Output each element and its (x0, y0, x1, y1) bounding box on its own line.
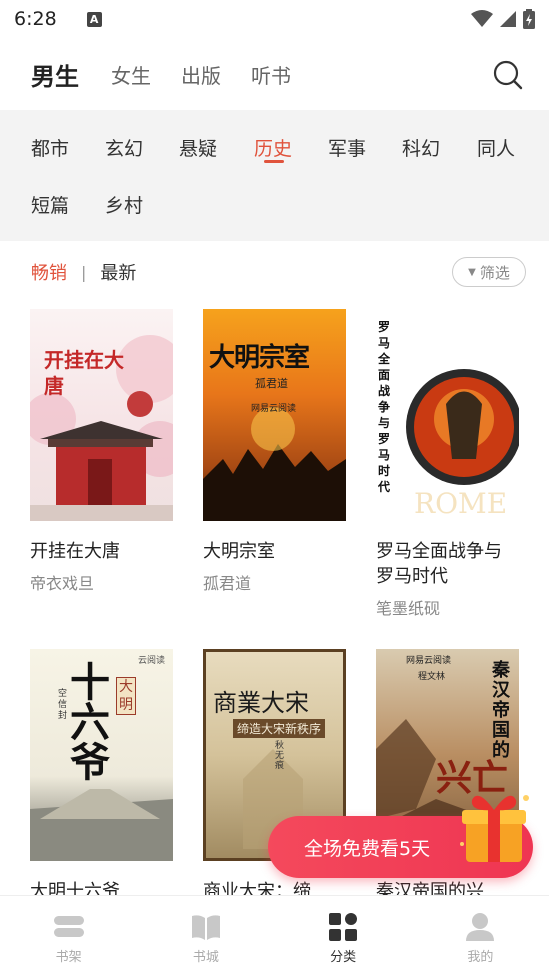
tab-publish[interactable]: 出版 (181, 60, 221, 89)
nav-profile[interactable]: 我的 (412, 896, 549, 977)
category-icon (329, 913, 358, 941)
cover-publisher: 网易云阅读 (406, 656, 452, 666)
nav-label: 书架 (55, 950, 82, 965)
category-military[interactable]: 军事 (328, 134, 366, 161)
nav-label: 书城 (192, 950, 219, 965)
bottom-nav: 书架 书城 分类 我的 (0, 895, 549, 977)
nav-label: 我的 (467, 950, 494, 965)
promo-text: 全场免费看5天 (304, 838, 431, 860)
category-rural[interactable]: 乡村 (105, 191, 143, 218)
status-time: 6:28 (14, 8, 57, 30)
cover-title: 罗马全面战争与罗马时代 (378, 320, 391, 494)
cover-subtitle: 大明 (116, 677, 136, 715)
tab-male[interactable]: 男生 (31, 57, 79, 92)
nav-label: 分类 (330, 950, 357, 965)
sort-newest[interactable]: 最新 (100, 259, 136, 285)
status-bar: 6:28 A (0, 0, 549, 38)
category-fanfic[interactable]: 同人 (477, 134, 515, 161)
book-title: 罗马全面战争与罗马时代 (376, 541, 502, 587)
category-fantasy[interactable]: 玄幻 (105, 134, 143, 161)
cover-title: 大明宗室 (209, 343, 310, 373)
book-card[interactable]: 大明宗室 孤君道 网易云阅读 大明宗室 孤君道 (203, 309, 346, 594)
nav-category[interactable]: 分类 (275, 896, 412, 977)
book-cover: 云阅读 十六爷 大明 空信封 (30, 649, 173, 861)
category-scifi[interactable]: 科幻 (402, 134, 440, 161)
nav-bookshelf[interactable]: 书架 (0, 896, 137, 977)
filter-label: 筛选 (479, 263, 510, 282)
category-active-indicator (264, 160, 284, 163)
book-title: 大明宗室 (203, 541, 275, 562)
book-title: 开挂在大唐 (30, 541, 120, 562)
cover-title: 十六爷 (70, 660, 110, 786)
category-panel (0, 110, 549, 241)
gender-tabs: 男生 女生 出版 听书 (0, 38, 549, 110)
category-mystery[interactable]: 悬疑 (179, 134, 217, 161)
category-short[interactable]: 短篇 (31, 191, 69, 218)
cover-author: 孤君道 (255, 377, 288, 390)
cover-subtitle: 缔造大宋新秩序 (233, 719, 326, 738)
cover-title: 商業大宋 (213, 689, 309, 717)
category-urban[interactable]: 都市 (31, 134, 69, 161)
book-card[interactable]: 云阅读 十六爷 大明 空信封 大明十六爷 (30, 649, 173, 904)
cover-publisher: 网易云阅读 (251, 404, 297, 414)
nav-bookstore[interactable]: 书城 (137, 896, 274, 977)
gift-icon (460, 795, 529, 862)
filter-button[interactable]: ▼ 筛选 (452, 257, 526, 287)
profile-icon (466, 913, 495, 941)
sort-row: 畅销 | 最新 (31, 258, 136, 286)
book-author: 孤君道 (203, 574, 252, 593)
cover-publisher: 云阅读 (138, 656, 166, 666)
cover-author: 程文林 (418, 672, 446, 682)
tab-audio[interactable]: 听书 (251, 60, 291, 89)
book-author: 笔墨纸砚 (376, 599, 441, 618)
book-card[interactable]: 开挂在大唐 开挂在大唐 帝衣戏旦 (30, 309, 173, 594)
cover-title: 开挂在大唐 (44, 348, 124, 398)
cover-author: 秋无痕 (275, 741, 285, 771)
book-cover: 开挂在大唐 (30, 309, 173, 521)
book-author: 帝衣戏旦 (30, 574, 95, 593)
cover-author: 空信封 (58, 689, 68, 721)
book-cover: 罗马全面战争与罗马时代 ROME (376, 309, 519, 521)
book-card[interactable]: 罗马全面战争与罗马时代 ROME 罗马全面战争与罗马时代 笔墨纸砚 (376, 309, 519, 619)
filter-triangle-icon: ▼ (468, 266, 476, 278)
search-icon[interactable] (493, 60, 523, 90)
free-trial-banner[interactable]: 全场免费看5天 (268, 795, 533, 878)
book-cover: 大明宗室 孤君道 网易云阅读 (203, 309, 346, 521)
cover-logo: ROME (414, 487, 508, 520)
tab-female[interactable]: 女生 (111, 60, 151, 89)
cover-art (30, 335, 173, 521)
category-history[interactable]: 历史 (254, 134, 292, 161)
cover-title: 秦汉帝国的 (492, 660, 510, 761)
status-icons (471, 9, 535, 29)
battery-icon (523, 9, 535, 29)
sort-bestseller[interactable]: 畅销 (31, 259, 67, 285)
wifi-icon (471, 10, 493, 27)
sort-separator: | (81, 262, 87, 282)
signal-icon (500, 11, 516, 27)
bookshelf-icon (53, 916, 84, 937)
notification-icon: A (86, 11, 102, 27)
book-store-icon (191, 915, 220, 940)
